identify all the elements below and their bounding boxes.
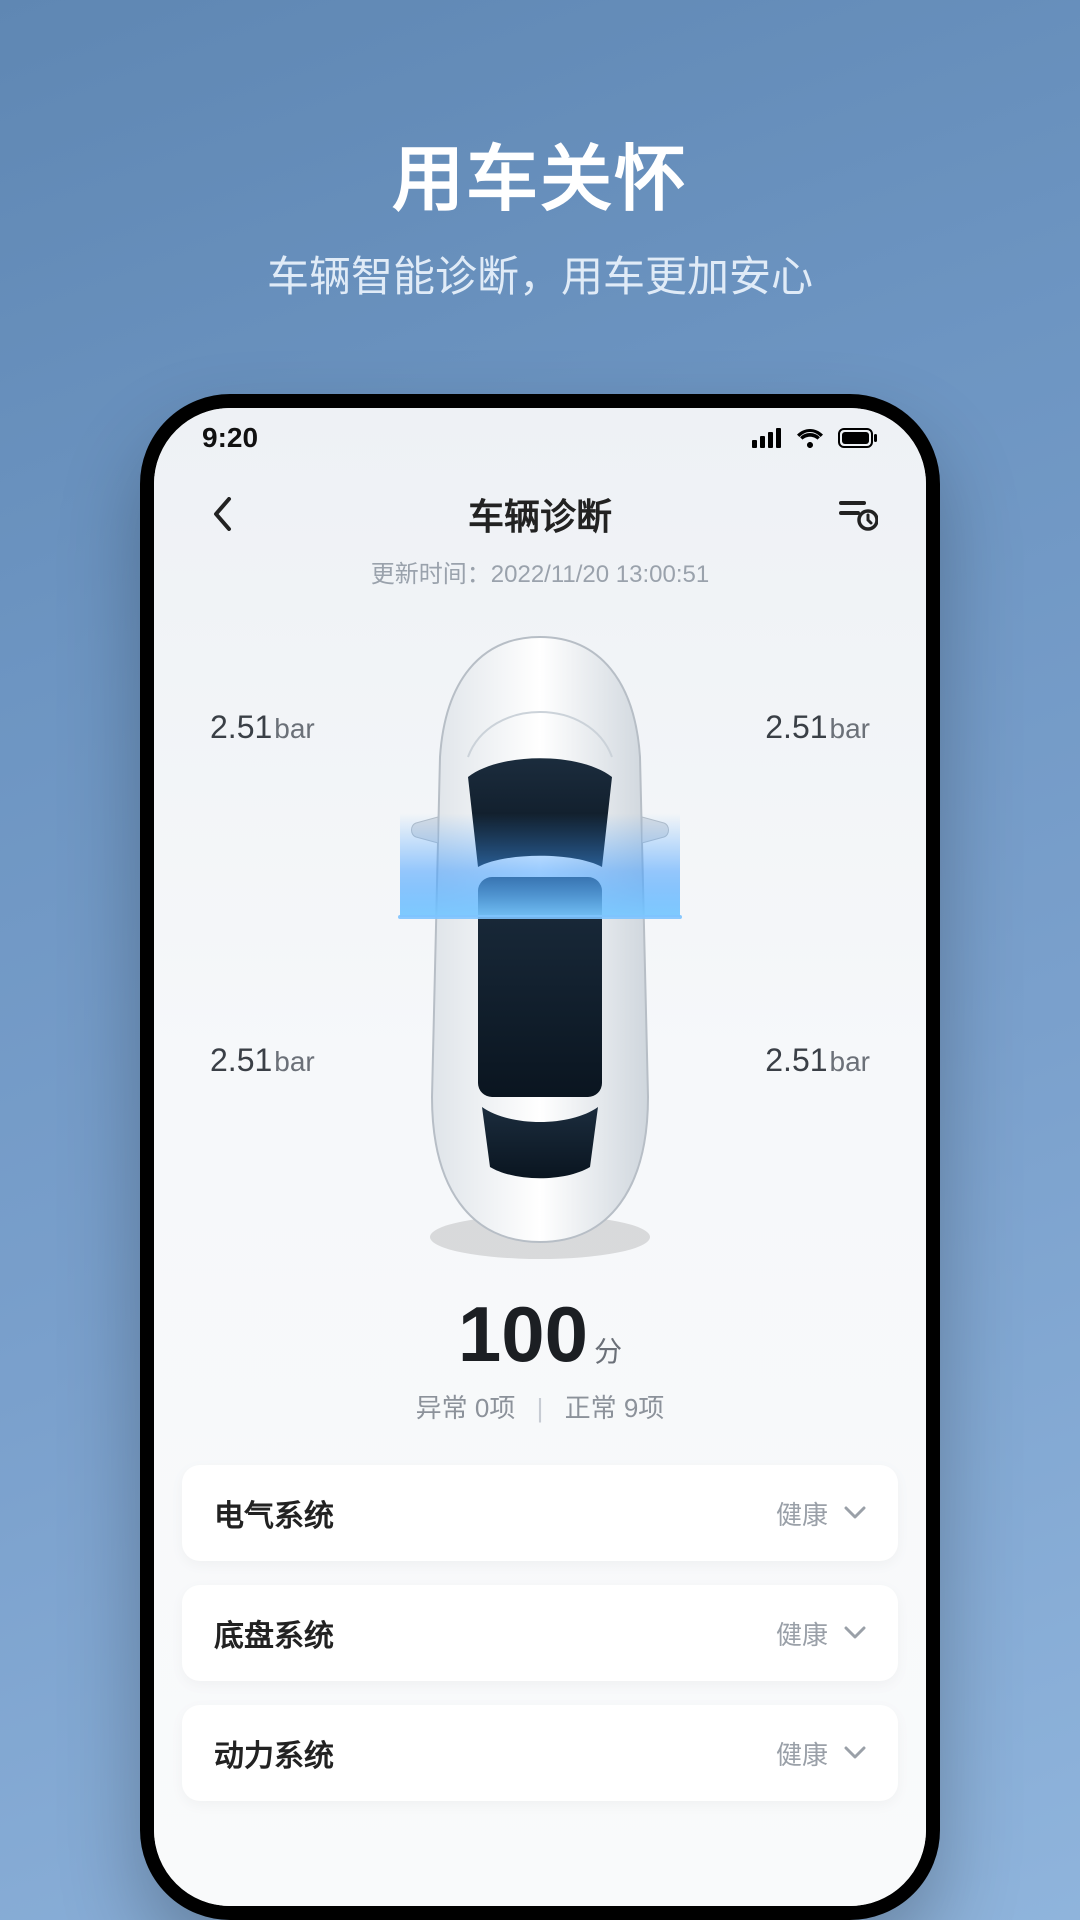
- hero-title: 用车关怀: [267, 120, 813, 225]
- tire-pressure-rr: 2.51bar: [765, 1042, 870, 1079]
- car-icon: [390, 627, 690, 1267]
- page-root: 用车关怀 车辆智能诊断，用车更加安心 9:20: [0, 0, 1080, 1920]
- tire-pressure-rl: 2.51bar: [210, 1042, 315, 1079]
- update-label: 更新时间：: [371, 561, 491, 588]
- system-name: 动力系统: [214, 1731, 334, 1775]
- tire-pressure-fl: 2.51bar: [210, 709, 315, 746]
- system-status: 健康: [776, 1495, 828, 1532]
- update-value: 2022/11/20 13:00:51: [491, 561, 709, 588]
- score-block: 100 分 异常 0项 | 正常 9项: [154, 1289, 926, 1425]
- abnormal-label: 异常: [416, 1393, 475, 1423]
- system-item-chassis[interactable]: 底盘系统 健康: [182, 1585, 898, 1681]
- chevron-left-icon: [212, 497, 232, 531]
- tire-pressure-fr: 2.51bar: [765, 709, 870, 746]
- history-button[interactable]: [834, 490, 882, 538]
- status-time: 9:20: [202, 422, 258, 454]
- hero-subtitle: 车辆智能诊断，用车更加安心: [267, 243, 813, 304]
- status-indicators: [752, 428, 878, 448]
- device-frame: 9:20 车辆诊断: [140, 394, 940, 1920]
- status-bar: 9:20: [154, 408, 926, 468]
- system-name: 底盘系统: [214, 1611, 334, 1655]
- divider: |: [537, 1393, 544, 1423]
- wifi-icon: [796, 428, 824, 448]
- cellular-icon: [752, 428, 782, 448]
- normal-count: 9项: [624, 1393, 664, 1423]
- chevron-down-icon: [844, 1746, 866, 1760]
- system-name: 电气系统: [214, 1491, 334, 1535]
- score-summary: 异常 0项 | 正常 9项: [154, 1388, 926, 1425]
- score-unit: 分: [594, 1330, 622, 1370]
- score-value: 100 分: [458, 1289, 622, 1380]
- system-item-electrical[interactable]: 电气系统 健康: [182, 1465, 898, 1561]
- abnormal-count: 0项: [475, 1393, 515, 1423]
- system-status: 健康: [776, 1735, 828, 1772]
- back-button[interactable]: [198, 490, 246, 538]
- chevron-down-icon: [844, 1626, 866, 1640]
- history-icon: [838, 497, 878, 531]
- systems-list: 电气系统 健康 底盘系统 健康 动力系统 健康: [182, 1465, 898, 1801]
- page-title: 车辆诊断: [468, 488, 612, 540]
- battery-icon: [838, 428, 878, 448]
- screen: 9:20 车辆诊断: [154, 408, 926, 1906]
- vehicle-diagram: 2.51bar 2.51bar 2.51bar 2.51bar: [210, 619, 870, 1279]
- normal-label: 正常: [565, 1393, 624, 1423]
- nav-bar: 车辆诊断: [154, 478, 926, 550]
- hero: 用车关怀 车辆智能诊断，用车更加安心: [267, 120, 813, 304]
- chevron-down-icon: [844, 1506, 866, 1520]
- system-status: 健康: [776, 1615, 828, 1652]
- update-time: 更新时间：2022/11/20 13:00:51: [154, 554, 926, 589]
- system-item-powertrain[interactable]: 动力系统 健康: [182, 1705, 898, 1801]
